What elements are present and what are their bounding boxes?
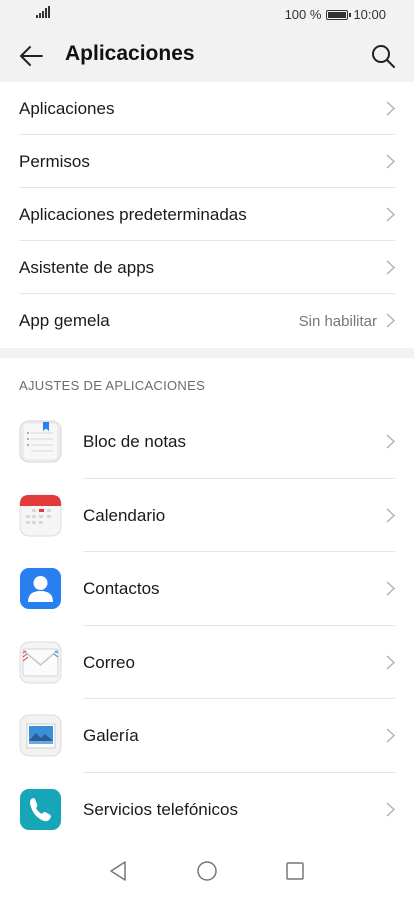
chevron-right-icon — [386, 508, 395, 523]
status-bar: 100 % 10:00 — [0, 0, 414, 30]
phone-icon — [20, 788, 61, 830]
app-item-correo[interactable]: Correo — [0, 626, 414, 700]
menu-item-aplicaciones-predeterminadas[interactable]: Aplicaciones predeterminadas — [19, 188, 395, 241]
mail-icon — [19, 641, 62, 684]
menu-item-asistente-de-apps[interactable]: Asistente de apps — [19, 241, 395, 294]
app-item-label: Bloc de notas — [83, 432, 187, 451]
calendar-icon — [19, 494, 62, 537]
menu-item-app-gemela[interactable]: App gemela Sin habilitar — [19, 294, 395, 347]
app-item-bloc-de-notas[interactable]: Bloc de notas — [0, 405, 414, 479]
menu-item-label: Aplicaciones predeterminadas — [19, 205, 247, 224]
app-item-label: Servicios telefónicos — [83, 799, 238, 819]
menu-item-label: Asistente de apps — [19, 258, 155, 277]
chevron-right-icon — [386, 581, 395, 596]
app-item-galeria[interactable]: Galería — [0, 699, 414, 773]
nav-home-icon[interactable] — [196, 860, 218, 882]
nav-back-icon[interactable] — [108, 860, 128, 882]
contacts-icon — [20, 568, 61, 610]
back-arrow-icon[interactable] — [18, 44, 44, 68]
app-item-contactos[interactable]: Contactos — [0, 552, 414, 626]
apps-list: Bloc de notas Calendario Contactos Corre… — [0, 405, 414, 847]
app-item-label: Calendario — [83, 505, 166, 525]
signal-icon — [36, 6, 50, 18]
app-item-calendario[interactable]: Calendario — [0, 479, 414, 553]
menu-item-aplicaciones[interactable]: Aplicaciones — [19, 82, 395, 135]
menu-item-value: Sin habilitar — [298, 313, 377, 330]
menu-item-label: Permisos — [19, 152, 90, 171]
app-bar: Aplicaciones — [0, 30, 414, 82]
search-icon[interactable] — [370, 43, 396, 69]
chevron-right-icon — [386, 207, 395, 222]
notepad-icon — [19, 420, 62, 463]
settings-menu: Aplicaciones Permisos Aplicaciones prede… — [0, 82, 414, 347]
system-navigation-bar — [0, 847, 414, 897]
page-title: Aplicaciones — [65, 42, 195, 65]
status-time: 10:00 — [353, 7, 386, 22]
app-item-servicios-telefonicos[interactable]: Servicios telefónicos — [0, 773, 414, 847]
battery-icon — [326, 9, 352, 20]
app-item-label: Correo — [83, 652, 135, 672]
gallery-icon — [19, 714, 62, 757]
nav-recent-apps-icon[interactable] — [285, 861, 305, 881]
chevron-right-icon — [386, 802, 395, 817]
chevron-right-icon — [386, 313, 395, 328]
chevron-right-icon — [386, 655, 395, 670]
chevron-right-icon — [386, 728, 395, 743]
app-item-label: Galería — [83, 726, 139, 746]
chevron-right-icon — [386, 434, 395, 449]
menu-item-permisos[interactable]: Permisos — [19, 135, 395, 188]
section-title: AJUSTES DE APLICACIONES — [19, 378, 206, 393]
section-divider — [0, 348, 414, 358]
menu-item-label: Aplicaciones — [19, 99, 115, 118]
battery-percent: 100 % — [284, 7, 322, 22]
chevron-right-icon — [386, 154, 395, 169]
chevron-right-icon — [386, 101, 395, 116]
app-item-label: Contactos — [83, 579, 160, 599]
menu-item-label: App gemela — [19, 311, 110, 330]
chevron-right-icon — [386, 260, 395, 275]
